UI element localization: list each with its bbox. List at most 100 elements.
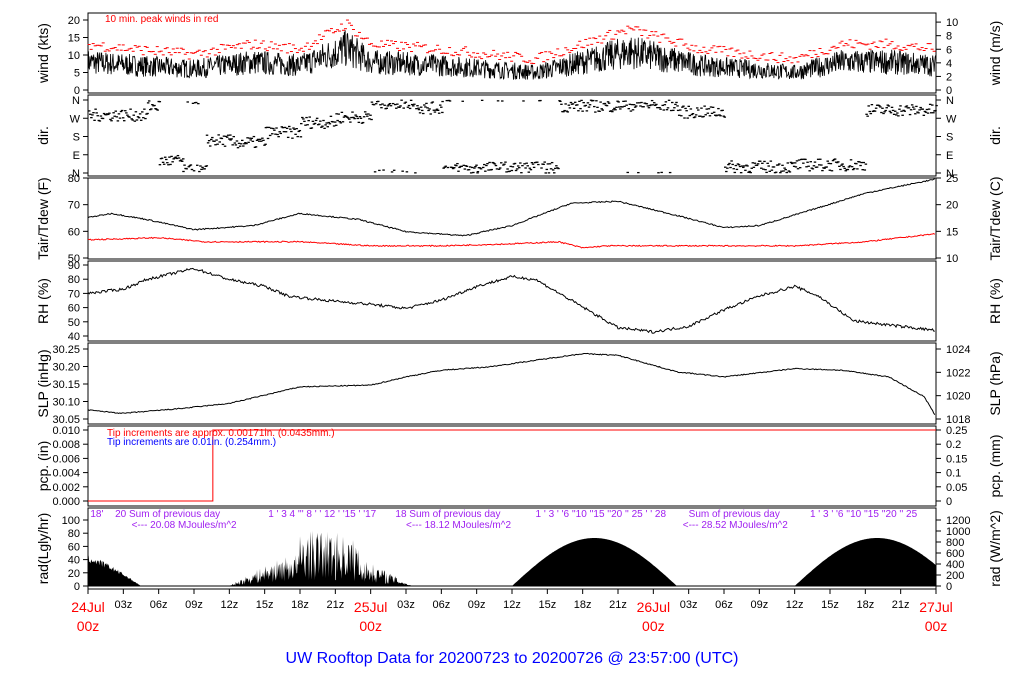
- y-tick-label-right: 2: [946, 71, 952, 83]
- x-tick-label: 21z: [326, 599, 344, 611]
- y-tick-label-right: 1000: [946, 526, 970, 538]
- y-tick-label: 0.008: [52, 439, 80, 451]
- y-tick-label: 20: [68, 15, 80, 27]
- y-axis-label-right: dir.: [987, 126, 1003, 145]
- radiation-day-2: [512, 538, 677, 586]
- y-tick-label-right: 600: [946, 548, 964, 560]
- rad-annotation: <--- 18.12 MJoules/m^2: [406, 520, 511, 531]
- y-tick-label-right: 1020: [946, 391, 970, 403]
- y-tick-label-right: 1200: [946, 515, 970, 527]
- radiation-day-1: [229, 530, 412, 586]
- x-tick-label: 15z: [538, 599, 556, 611]
- y-tick-label-right: S: [946, 132, 953, 144]
- y-tick-label: 70: [68, 288, 80, 300]
- y-tick-label-right: 10: [946, 17, 958, 29]
- rad-annotation: 1 ' 3 4 ''' 8 ' ' 12 ' '15 ' '17: [268, 509, 376, 520]
- x-tick-label: 18z: [574, 599, 592, 611]
- x-tick-label: 15z: [821, 599, 839, 611]
- rad-annotation: <--- 20.08 MJoules/m^2: [132, 520, 237, 531]
- rad-annotation: 1 ' 3 ' '6 ''10 ''15 ''20 '' 25 ' ' 28: [536, 509, 667, 520]
- y-tick-label-right: 15: [946, 226, 958, 238]
- y-tick-label-right: 0.2: [946, 439, 961, 451]
- x-tick-label: 06z: [150, 599, 168, 611]
- x-tick-label: 09z: [750, 599, 768, 611]
- y-tick-label-right: 4: [946, 58, 952, 70]
- x-tick-hour: 00z: [642, 618, 665, 634]
- y-tick-label: 80: [68, 528, 80, 540]
- y-tick-label: 0.002: [52, 482, 80, 494]
- panel-frame-dir: [87, 94, 937, 177]
- rad-annotation: 20 Sum of previous day: [115, 509, 220, 520]
- y-tick-label: 30.15: [52, 379, 80, 391]
- y-tick-label: 10: [68, 50, 80, 62]
- y-tick-label-right: 800: [946, 537, 964, 549]
- y-axis-label: Tair/Tdew (F): [35, 177, 51, 259]
- y-tick-label: N: [72, 95, 80, 107]
- y-axis-label: SLP (inHg): [35, 349, 51, 417]
- y-tick-label-right: 0.15: [946, 453, 967, 465]
- y-tick-label: 0.000: [52, 496, 80, 508]
- chart: 0 5 10 15 20 0 2 4 6 8 10 wind (kts) wind (m/s) 10 mi…: [0, 0, 1024, 700]
- x-tick-label: 12z: [220, 599, 238, 611]
- y-tick-label: 30.10: [52, 397, 80, 409]
- y-tick-label-right: 8: [946, 31, 952, 43]
- y-axis-label-right: SLP (hPa): [987, 351, 1003, 415]
- x-tick-label: 12z: [786, 599, 804, 611]
- y-tick-label: E: [73, 150, 80, 162]
- rad-annotation: 18': [90, 509, 103, 520]
- x-tick-hour: 00z: [925, 618, 948, 634]
- panel-frame-rh: [87, 260, 937, 342]
- y-tick-label: 60: [68, 226, 80, 238]
- y-tick-label: 0: [74, 581, 80, 593]
- y-axis-label: RH (%): [35, 278, 51, 324]
- y-tick-label-right: 20: [946, 200, 958, 212]
- panel-frame-temp: [87, 177, 937, 260]
- rad-annotation: 1 ' 3 ' '6 ''10 ''15 ''20 '' 25: [810, 509, 918, 520]
- y-tick-label: 20: [68, 568, 80, 580]
- y-tick-label-right: 6: [946, 44, 952, 56]
- y-tick-label: 70: [68, 200, 80, 212]
- series-SLP: [87, 352, 936, 415]
- y-tick-label-right: 0.05: [946, 482, 967, 494]
- rad-annotation: 18 Sum of previous day: [395, 509, 500, 520]
- y-tick-label: W: [70, 113, 81, 125]
- y-axis-label-right: RH (%): [987, 278, 1003, 324]
- y-tick-label: 100: [62, 515, 80, 527]
- panel-frame-slp: [87, 342, 937, 425]
- panel-frame-wind: [87, 12, 937, 94]
- y-axis-label: dir.: [35, 126, 51, 145]
- y-tick-label: 40: [68, 331, 80, 343]
- x-tick-label: 09z: [185, 599, 203, 611]
- radiation-day-0: [88, 555, 141, 586]
- y-tick-label: 30.25: [52, 344, 80, 356]
- y-tick-label-right: 400: [946, 559, 964, 571]
- y-tick-label: 0.004: [52, 468, 80, 480]
- y-tick-label-right: 1024: [946, 344, 970, 356]
- y-tick-label: 5: [74, 68, 80, 80]
- y-tick-label-right: 200: [946, 570, 964, 582]
- x-tick-date: 25Jul: [354, 599, 387, 615]
- y-tick-label-right: W: [946, 113, 957, 125]
- y-tick-label-right: 0.25: [946, 425, 967, 437]
- y-tick-label-right: 10: [946, 253, 958, 265]
- x-tick-label: 21z: [892, 599, 910, 611]
- x-tick-label: 03z: [680, 599, 698, 611]
- y-tick-label-right: 0.1: [946, 468, 961, 480]
- y-axis-label-right: rad (W/m^2): [987, 510, 1003, 587]
- y-tick-label: 40: [68, 555, 80, 567]
- y-tick-label-right: 25: [946, 173, 958, 185]
- x-tick-label: 06z: [432, 599, 450, 611]
- y-tick-label: 30.20: [52, 362, 80, 374]
- x-tick-label: 09z: [468, 599, 486, 611]
- chart-svg: 051015200246810wind (kts) wind (m/s)10 mi…: [35, 12, 1003, 634]
- y-tick-label: S: [73, 132, 80, 144]
- y-tick-label: 60: [68, 303, 80, 315]
- wind-annotation: 10 min. peak winds in red: [105, 14, 218, 25]
- pcp-note-tip: Tip increments are 0.01in. (0.254mm.): [107, 437, 276, 448]
- x-tick-hour: 00z: [359, 618, 382, 634]
- y-tick-label-right: N: [946, 95, 954, 107]
- y-tick-label: 80: [68, 173, 80, 185]
- y-tick-label-right: 1022: [946, 367, 970, 379]
- y-tick-label: 80: [68, 274, 80, 286]
- y-tick-label: 90: [68, 260, 80, 272]
